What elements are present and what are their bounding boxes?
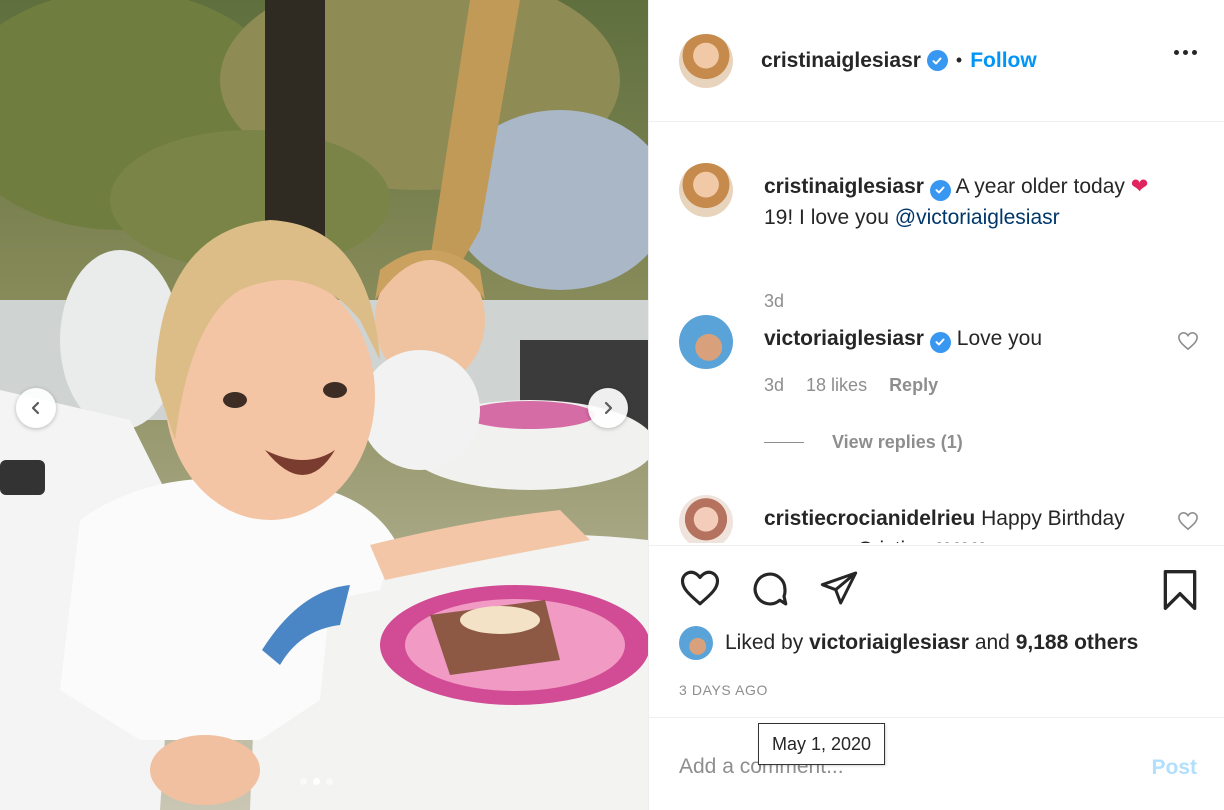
comment-like-heart-icon[interactable] xyxy=(1177,511,1199,536)
comment-item: victoriaiglesiasr Love you 3d 18 likes R… xyxy=(679,315,1199,455)
post-button[interactable]: Post xyxy=(1151,756,1197,780)
comment-text: Love you xyxy=(956,327,1042,350)
author-username[interactable]: cristinaiglesiasr xyxy=(761,49,921,73)
date-tooltip: May 1, 2020 xyxy=(758,723,886,765)
comments-list: cristinaiglesiasr A year older today ❤ 1… xyxy=(649,123,1224,543)
post-actions: Liked by victoriaiglesiasr and 9,188 oth… xyxy=(649,545,1224,717)
caption: cristinaiglesiasr A year older today ❤ 1… xyxy=(679,163,1199,313)
comment-likes[interactable]: 18 likes xyxy=(806,375,867,396)
caption-time[interactable]: 3d xyxy=(764,291,784,312)
commenter-avatar[interactable] xyxy=(679,495,733,543)
commenter-avatar[interactable] xyxy=(679,315,733,369)
carousel-next-button[interactable] xyxy=(588,388,628,428)
post-time[interactable]: 3 DAYS AGO xyxy=(679,682,768,698)
commenter-username[interactable]: cristiecrocianidelrieu xyxy=(764,507,975,530)
carousel-indicator xyxy=(300,778,333,785)
caption-username[interactable]: cristinaiglesiasr xyxy=(764,175,924,198)
like-heart-icon[interactable] xyxy=(679,568,721,615)
photo-image xyxy=(0,0,648,810)
liked-by-avatar[interactable] xyxy=(679,626,713,660)
share-icon[interactable] xyxy=(819,568,859,615)
chevron-right-icon xyxy=(604,401,613,415)
caption-text: A year older today xyxy=(955,175,1125,198)
caption-mention[interactable]: @victoriaiglesiasr xyxy=(895,206,1060,229)
view-replies-label: View replies (1) xyxy=(832,432,963,452)
view-replies-button[interactable]: View replies (1) xyxy=(764,432,963,453)
carousel-dot xyxy=(326,778,333,785)
carousel-dot-active xyxy=(313,778,320,785)
commenter-username[interactable]: victoriaiglesiasr xyxy=(764,327,924,350)
caption-text-2: 19! I love you xyxy=(764,206,889,229)
more-options-icon[interactable] xyxy=(1174,50,1197,55)
reply-button[interactable]: Reply xyxy=(889,375,938,396)
verified-badge-icon xyxy=(929,179,951,201)
liked-by-middle: and xyxy=(974,631,1010,654)
post-header: cristinaiglesiasr • Follow xyxy=(649,0,1224,122)
comment-icon[interactable] xyxy=(749,568,791,615)
comment-item: cristiecrocianidelrieu Happy Birthday go… xyxy=(679,495,1199,543)
liked-by: Liked by victoriaiglesiasr and 9,188 oth… xyxy=(679,626,1138,660)
comment-time[interactable]: 3d xyxy=(764,375,784,396)
follow-button[interactable]: Follow xyxy=(970,49,1037,73)
add-comment-bar: Post xyxy=(649,717,1224,810)
verified-badge-icon xyxy=(929,331,951,353)
verified-badge-icon xyxy=(926,50,948,71)
post-panel: cristinaiglesiasr • Follow cristinaigles… xyxy=(648,0,1224,810)
carousel-dot xyxy=(300,778,307,785)
liked-by-prefix: Liked by xyxy=(725,631,804,654)
comment-input[interactable] xyxy=(679,752,1129,782)
comment-like-heart-icon[interactable] xyxy=(1177,331,1199,356)
chevron-left-icon xyxy=(31,401,40,415)
bookmark-icon[interactable] xyxy=(1161,568,1199,617)
liked-by-others[interactable]: 9,188 others xyxy=(1016,631,1139,654)
author-avatar[interactable] xyxy=(679,33,733,88)
header-separator: • xyxy=(955,50,963,70)
caption-avatar[interactable] xyxy=(679,163,733,217)
heart-emoji: ❤ xyxy=(1130,175,1149,198)
carousel-prev-button[interactable] xyxy=(16,388,56,428)
post-photo xyxy=(0,0,648,810)
liked-by-user[interactable]: victoriaiglesiasr xyxy=(809,631,969,654)
